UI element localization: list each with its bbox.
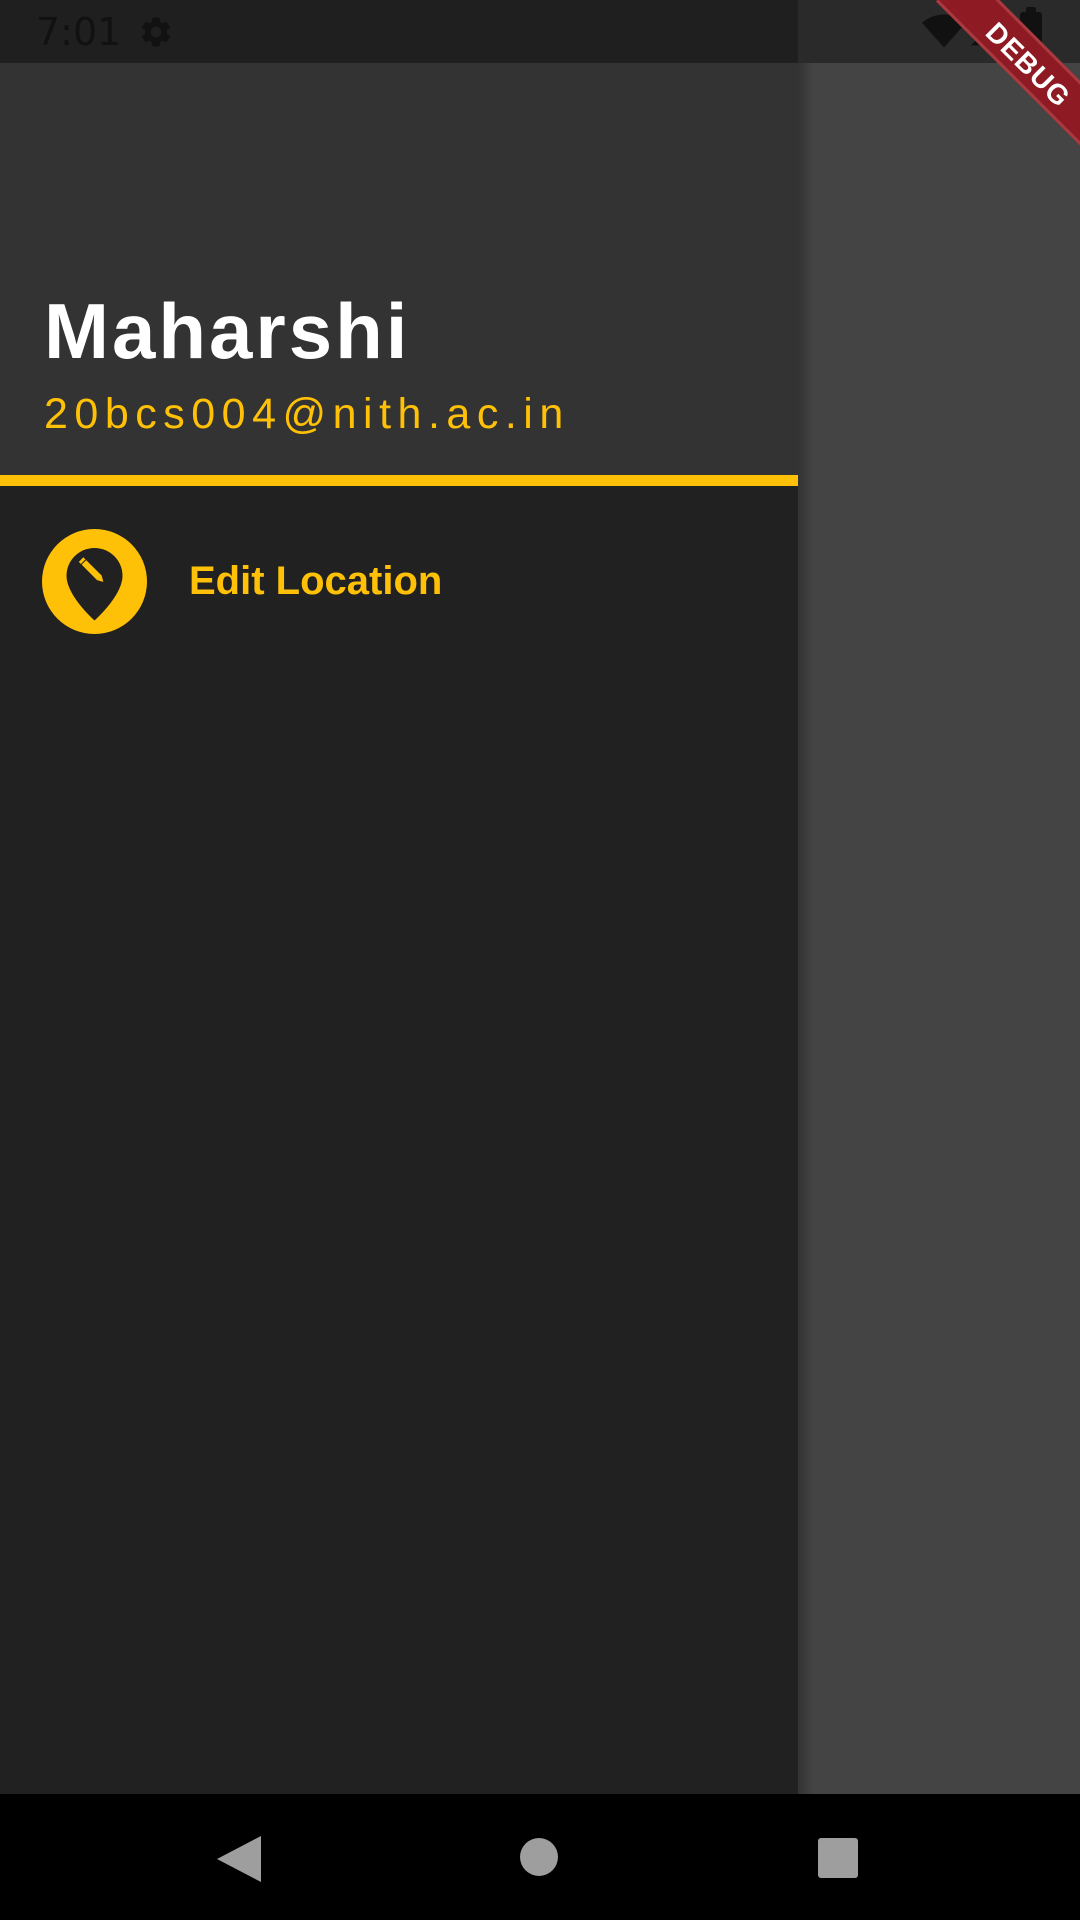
recents-icon[interactable]	[818, 1838, 858, 1878]
home-icon[interactable]	[520, 1838, 558, 1876]
drawer-scrim[interactable]	[798, 63, 1080, 1794]
back-icon[interactable]	[217, 1836, 261, 1882]
status-time: 7:01	[36, 10, 122, 54]
user-name: Maharshi	[44, 287, 411, 375]
drawer-item-edit-location[interactable]: Edit Location	[0, 518, 798, 648]
drawer-header: Maharshi 20bcs004@nith.ac.in	[0, 63, 798, 486]
drawer-edge-shadow	[798, 63, 814, 1794]
user-email: 20bcs004@nith.ac.in	[44, 390, 570, 438]
system-navigation-bar	[0, 1794, 1080, 1920]
drawer-item-label: Edit Location	[189, 559, 443, 603]
edit-location-icon	[42, 529, 147, 634]
screen: 7:01 Maharshi 20bcs004@nith.ac.in Edit L…	[0, 0, 1080, 1920]
gear-icon	[141, 17, 171, 47]
navigation-drawer: Maharshi 20bcs004@nith.ac.in Edit Locati…	[0, 63, 798, 1794]
status-bar: 7:01	[0, 0, 1080, 63]
